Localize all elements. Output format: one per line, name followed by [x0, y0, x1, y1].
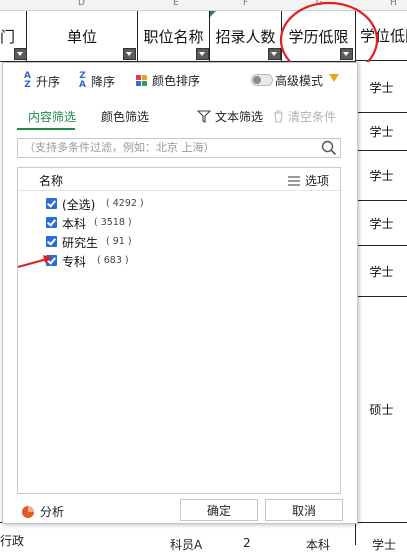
- advanced-mode-vip-icon: [329, 74, 339, 82]
- column-letter-f[interactable]: F: [243, 0, 248, 8]
- list-item[interactable]: 研究生 ( 91 ): [18, 232, 340, 252]
- list-item[interactable]: (全选) ( 4292 ): [18, 194, 340, 214]
- cell-degree[interactable]: 学士: [356, 246, 407, 297]
- checkbox-checked[interactable]: [46, 198, 57, 209]
- column-letter-d[interactable]: D: [78, 0, 85, 8]
- pie-chart-icon: [22, 505, 34, 518]
- clear-conditions-button[interactable]: 清空条件: [273, 108, 336, 125]
- advanced-mode-toggle[interactable]: [251, 74, 273, 86]
- cell-bottom-count[interactable]: 2: [243, 536, 251, 550]
- filter-panel: AZ 升序 ZA 降序 颜色排序 高级模式 内容筛选 颜色筛选 文本筛选 清空条…: [2, 62, 358, 524]
- column-letter-e[interactable]: E: [173, 0, 179, 8]
- column-letter-h[interactable]: H: [390, 0, 397, 8]
- list-options-button[interactable]: 选项: [288, 172, 329, 189]
- ok-button[interactable]: 确定: [180, 499, 258, 521]
- sort-ascending-button[interactable]: AZ 升序: [22, 72, 60, 90]
- trash-icon: [274, 110, 283, 123]
- list-item[interactable]: 专科 ( 683 ): [18, 251, 340, 271]
- options-lines-icon: [288, 175, 300, 186]
- cell-degree[interactable]: 学士: [356, 151, 407, 201]
- filter-dropdown-button[interactable]: [123, 48, 136, 60]
- cell-degree[interactable]: 硕士: [356, 297, 407, 523]
- cancel-button[interactable]: 取消: [265, 499, 343, 521]
- text-filter-button[interactable]: 文本筛选: [197, 108, 263, 125]
- color-sort-button[interactable]: 颜色排序: [136, 72, 200, 89]
- active-tab-indicator: [17, 128, 75, 130]
- checkbox-checked[interactable]: [46, 217, 57, 228]
- tab-color-filter[interactable]: 颜色筛选: [101, 108, 149, 125]
- header-cell-unit[interactable]: 单位: [27, 11, 138, 62]
- cell-comment-marker: [210, 11, 216, 17]
- filter-search-input[interactable]: （支持多条件过滤，例如：北京 上海）: [17, 138, 341, 158]
- tab-content-filter[interactable]: 内容筛选: [28, 108, 76, 125]
- funnel-icon: [197, 110, 211, 123]
- sort-descending-button[interactable]: ZA 降序: [77, 72, 115, 90]
- cell-degree[interactable]: 学士: [356, 113, 407, 151]
- list-item[interactable]: 本科 ( 3518 ): [18, 213, 340, 233]
- list-header: 名称 选项: [18, 168, 340, 191]
- advanced-mode-label: 高级模式: [275, 74, 324, 88]
- sort-descending-icon: ZA: [79, 71, 86, 90]
- color-sort-icon: [136, 74, 147, 86]
- cell-degree[interactable]: 学士: [356, 201, 407, 246]
- filter-values-list: 名称 选项 (全选) ( 4292 ) 本科 ( 3518 ) 研究生 ( 91…: [17, 167, 341, 494]
- search-icon[interactable]: [321, 140, 337, 156]
- red-arrow-annotation: [17, 255, 52, 268]
- sort-ascending-icon: AZ: [24, 71, 31, 90]
- filter-dropdown-button[interactable]: [196, 48, 209, 60]
- checkbox-checked[interactable]: [46, 236, 57, 247]
- cell-degree[interactable]: 学士: [356, 62, 407, 113]
- analysis-button[interactable]: 分析: [21, 503, 64, 520]
- filter-dropdown-button[interactable]: [14, 48, 27, 60]
- cell-bottom-left[interactable]: 行政: [0, 532, 24, 549]
- list-header-name: 名称: [39, 174, 64, 188]
